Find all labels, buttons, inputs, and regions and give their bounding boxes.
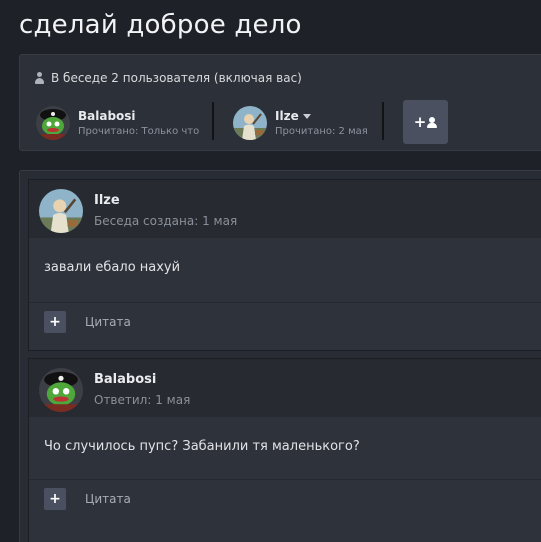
participants-heading-text: В беседе 2 пользователя (включая вас) — [51, 71, 302, 85]
member-info: Ilze Прочитано: 2 мая — [275, 109, 368, 137]
message-item: Balabosi Ответил: 1 мая Чо случилось пуп… — [28, 358, 541, 542]
messages-container: Ilze Беседа создана: 1 мая завали ебало … — [19, 170, 541, 542]
quote-add-button[interactable]: + — [44, 311, 66, 333]
message-author[interactable]: Ilze — [94, 193, 120, 208]
page-title: сделай доброе дело — [19, 10, 302, 40]
member-name[interactable]: Ilze — [275, 109, 299, 123]
message-body: завали ебало нахуй — [44, 260, 181, 275]
chevron-down-icon[interactable] — [302, 113, 311, 119]
participants-heading: В беседе 2 пользователя (включая вас) — [34, 71, 302, 85]
message-item: Ilze Беседа создана: 1 мая завали ебало … — [28, 179, 541, 351]
member-name[interactable]: Balabosi — [78, 109, 199, 123]
conversation-page: сделай доброе дело В беседе 2 пользовате… — [0, 0, 541, 542]
plus-icon: + — [413, 113, 427, 131]
avatar[interactable] — [39, 368, 83, 412]
member-divider — [212, 102, 214, 140]
message-meta: Ответил: 1 мая — [94, 393, 191, 407]
message-footer: + Цитата — [29, 302, 541, 343]
avatar[interactable] — [39, 189, 83, 233]
quote-button[interactable]: Цитата — [85, 492, 131, 506]
member-divider — [382, 102, 384, 140]
member-name-menu[interactable]: Ilze — [275, 109, 368, 123]
message-body: Чо случилось пупс? Забанили тя маленьког… — [44, 439, 360, 454]
member-read-status: Прочитано: 2 мая — [275, 126, 368, 137]
message-footer: + Цитата — [29, 479, 541, 520]
message-header: Ilze Беседа создана: 1 мая — [29, 180, 541, 238]
member-ilze[interactable]: Ilze Прочитано: 2 мая — [233, 103, 368, 143]
message-author[interactable]: Balabosi — [94, 372, 156, 387]
invite-user-button[interactable]: + — [403, 100, 448, 144]
member-balabosi[interactable]: Balabosi Прочитано: Только что — [36, 103, 199, 143]
member-read-status: Прочитано: Только что — [78, 126, 200, 137]
participants-panel: В беседе 2 пользователя (включая вас) Ba… — [19, 54, 541, 151]
member-info: Balabosi Прочитано: Только что — [78, 109, 199, 137]
message-meta: Беседа создана: 1 мая — [94, 214, 238, 228]
quote-add-button[interactable]: + — [44, 488, 66, 510]
message-header: Balabosi Ответил: 1 мая — [29, 359, 541, 417]
quote-button[interactable]: Цитата — [85, 315, 131, 329]
avatar[interactable] — [233, 106, 267, 140]
avatar[interactable] — [36, 106, 70, 140]
user-icon — [427, 116, 438, 128]
user-icon — [34, 72, 45, 84]
